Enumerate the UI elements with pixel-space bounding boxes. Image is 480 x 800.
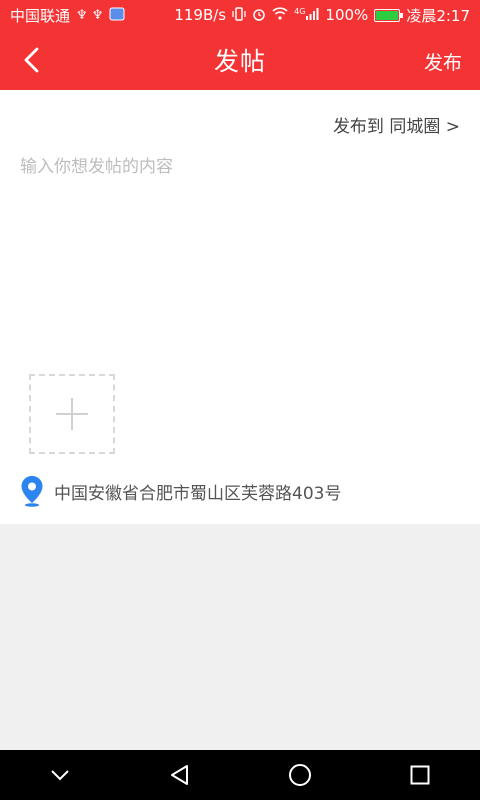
page-title: 发帖 (213, 47, 266, 76)
usb-icon: ♆ ♆ (76, 7, 104, 23)
plus-icon (56, 398, 88, 430)
network-speed: 119B/s (174, 6, 227, 24)
wifi-icon (272, 7, 288, 23)
status-left: 中国联通 ♆ ♆ (10, 5, 125, 26)
post-editor: 发布到 同城圈 > 中国安徽省合肥市蜀山区芙蓉路403号 (0, 90, 480, 524)
nav-collapse-button[interactable] (30, 750, 90, 800)
location-pin-icon (21, 476, 43, 507)
back-icon (24, 47, 39, 73)
triangle-back-icon (171, 765, 188, 785)
vibrate-icon (232, 6, 246, 24)
back-button[interactable] (14, 44, 50, 76)
square-recent-icon (410, 765, 430, 785)
app-notification-icon (109, 7, 125, 24)
app-header: 发帖 发布 (0, 30, 480, 90)
signal-type: 4G (294, 6, 306, 16)
signal-icon: 4G (294, 6, 319, 23)
publish-to-selector[interactable]: 发布到 同城圈 > (333, 112, 460, 137)
location-row[interactable]: 中国安徽省合肥市蜀山区芙蓉路403号 (20, 474, 341, 508)
status-right: 119B/s 4G 100% 凌晨2:17 (174, 5, 470, 26)
nav-recent-button[interactable] (390, 750, 450, 800)
circle-home-icon (289, 764, 311, 786)
post-content-input[interactable] (20, 152, 460, 352)
status-bar: 中国联通 ♆ ♆ 119B/s 4G 100% 凌晨2:17 (0, 0, 480, 30)
battery-icon (374, 8, 404, 22)
battery-percent: 100% (325, 6, 369, 24)
nav-back-button[interactable] (150, 750, 210, 800)
carrier-text: 中国联通 (10, 6, 71, 25)
publish-button[interactable]: 发布 (424, 48, 462, 75)
add-image-button[interactable] (29, 374, 115, 454)
nav-home-button[interactable] (270, 750, 330, 800)
clock: 凌晨2:17 (406, 6, 470, 25)
alarm-icon (252, 7, 266, 24)
system-nav-bar (0, 750, 480, 800)
chevron-down-icon (51, 770, 69, 781)
location-text: 中国安徽省合肥市蜀山区芙蓉路403号 (54, 483, 342, 504)
